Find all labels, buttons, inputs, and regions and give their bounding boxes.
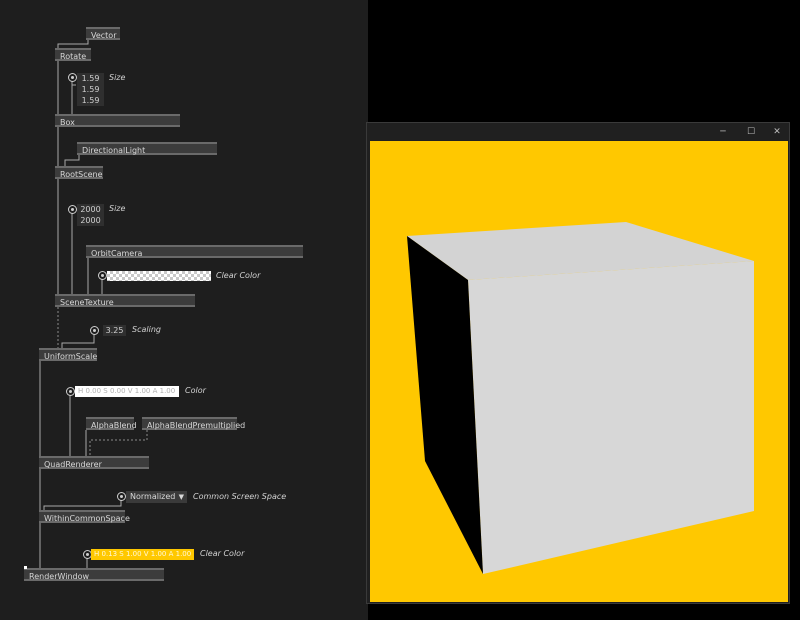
link-scaling-uniformscale [61, 333, 95, 348]
texture-size-label: Size [109, 204, 126, 213]
texture-clear-color-label: Clear Color [216, 271, 261, 280]
cube-render [407, 222, 754, 574]
box-size-input[interactable]: 1.59 1.59 1.59 [77, 73, 104, 106]
render-window[interactable]: ─ ☐ ✕ [366, 122, 790, 604]
quad-color-swatch[interactable]: H 0.00 S 0.00 V 1.00 A 1.00 [75, 386, 179, 397]
screen-space-pin[interactable] [117, 492, 126, 501]
node-rotate[interactable]: Rotate [55, 48, 91, 61]
scaling-input[interactable]: 3.25 [103, 325, 126, 336]
patch-editor[interactable]: Vector Rotate 1.59 1.59 1.59 Size Box Di… [0, 0, 368, 620]
node-scene-texture[interactable]: SceneTexture [55, 294, 195, 307]
texture-clear-color-swatch[interactable] [107, 271, 211, 281]
node-vector[interactable]: Vector [86, 27, 120, 40]
node-render-window[interactable]: RenderWindow [24, 568, 164, 581]
screen-space-label: Common Screen Space [193, 492, 287, 501]
scaling-label: Scaling [132, 325, 161, 334]
scaling-pin[interactable] [90, 326, 99, 335]
node-alpha-blend-premultiplied[interactable]: AlphaBlendPremultiplied [142, 417, 245, 430]
texture-size-pin[interactable] [68, 205, 77, 214]
minimize-icon[interactable]: ─ [713, 125, 733, 139]
node-directional-light[interactable]: DirectionalLight [77, 142, 217, 155]
texture-clear-color-pin[interactable] [98, 271, 107, 280]
window-clear-color-pin[interactable] [83, 550, 92, 559]
texture-size-y[interactable]: 2000 [77, 215, 104, 226]
link-light-rootscene [64, 154, 80, 166]
box-size-z[interactable]: 1.59 [77, 95, 104, 106]
node-box[interactable]: Box [55, 114, 180, 127]
link-premultiplied-quadrenderer [89, 430, 148, 456]
node-uniform-scale[interactable]: UniformScale [39, 348, 97, 361]
patch-links [39, 40, 148, 568]
chevron-down-icon: ▼ [178, 493, 184, 501]
node-root-scene[interactable]: RootScene [55, 166, 103, 179]
box-size-x[interactable]: 1.59 [77, 73, 104, 84]
quad-color-label: Color [185, 386, 206, 395]
window-titlebar[interactable]: ─ ☐ ✕ [367, 123, 789, 141]
node-quad-renderer[interactable]: QuadRenderer [39, 456, 149, 469]
screen-space-dropdown[interactable]: Normalized ▼ [126, 491, 187, 503]
node-within-common-space[interactable]: WithinCommonSpace [39, 510, 130, 523]
maximize-icon[interactable]: ☐ [741, 125, 761, 139]
close-icon[interactable]: ✕ [767, 125, 787, 139]
node-alpha-blend[interactable]: AlphaBlend [86, 417, 137, 430]
box-size-label: Size [109, 73, 126, 82]
screen-space-value: Normalized [130, 492, 176, 501]
window-clear-color-swatch[interactable]: H 0.13 S 1.00 V 1.00 A 1.00 [91, 549, 194, 560]
quad-color-pin[interactable] [66, 387, 75, 396]
box-size-pin[interactable] [68, 73, 77, 82]
texture-size-input[interactable]: 2000 2000 [77, 204, 104, 226]
texture-size-x[interactable]: 2000 [77, 204, 104, 215]
render-window-marker [24, 566, 27, 569]
cube-front-face [468, 261, 754, 574]
node-orbit-camera[interactable]: OrbitCamera [86, 245, 303, 258]
link-vector-rotate [57, 40, 89, 48]
render-viewport[interactable] [370, 141, 788, 602]
window-clear-color-label: Clear Color [200, 549, 245, 558]
link-space-withincommonspace [43, 500, 122, 510]
box-size-y[interactable]: 1.59 [77, 84, 104, 95]
